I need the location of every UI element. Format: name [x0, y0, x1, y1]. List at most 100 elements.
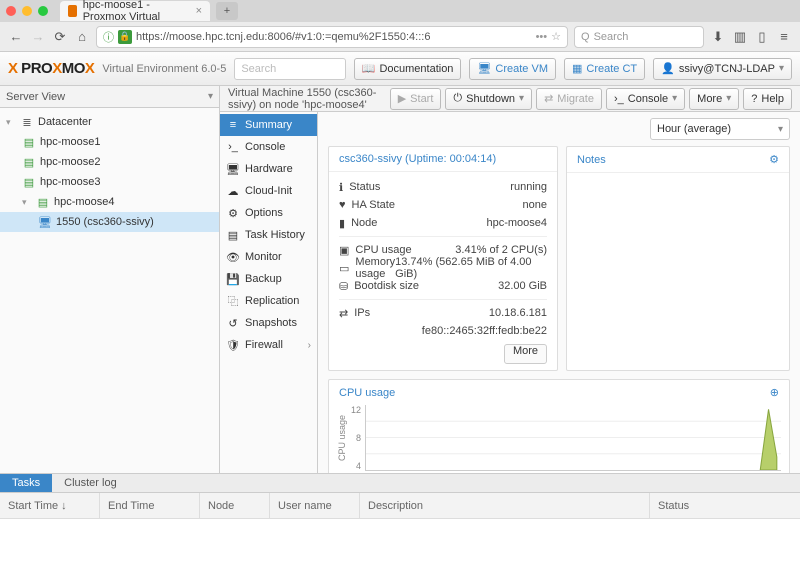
chart-header: CPU usage: [339, 387, 395, 399]
tree-node[interactable]: ▾▤hpc-moose4: [0, 192, 219, 212]
start-button: ▶Start: [390, 88, 442, 110]
tree-vm-selected[interactable]: 🖥1550 (csc360-ssivy): [0, 212, 219, 232]
btn-label: More: [513, 345, 538, 357]
tab-cluster-log[interactable]: Cluster log: [52, 474, 129, 492]
search-icon: Q: [581, 31, 590, 43]
btn-label: Shutdown: [466, 93, 515, 105]
browser-tab[interactable]: hpc-moose1 - Proxmox Virtual ×: [60, 1, 210, 21]
v-label: 32.00 GiB: [498, 280, 547, 292]
new-tab-button[interactable]: +: [216, 2, 238, 20]
col-node[interactable]: Node: [200, 493, 270, 518]
sn-label: Replication: [245, 295, 299, 307]
sidenav-replication[interactable]: ⿻ Replication: [220, 290, 317, 312]
terminal-icon: ›_: [614, 93, 624, 105]
col-desc[interactable]: Description: [360, 493, 650, 518]
gear-icon: ⚙: [226, 207, 240, 220]
more-ips-button[interactable]: More: [504, 344, 547, 364]
url-input[interactable]: ⓘ 🔒 https://moose.hpc.tcnj.edu:8006/#v1:…: [96, 26, 568, 48]
sidebar-icon[interactable]: ▯: [754, 29, 770, 45]
info-icon: ℹ: [339, 181, 343, 194]
server-view-selector[interactable]: Server View ▾: [0, 86, 219, 108]
monitor-icon: 🖥: [477, 62, 491, 75]
sidenav-taskhistory[interactable]: ▤Task History: [220, 224, 317, 246]
expand-icon[interactable]: ▾: [22, 197, 32, 208]
v-label: 10.18.6.181: [489, 307, 547, 319]
k-label: Node: [351, 217, 377, 229]
chevron-down-icon: ▾: [519, 93, 524, 104]
col-endtime[interactable]: End Time: [100, 493, 200, 518]
window-max-dot[interactable]: [38, 6, 48, 16]
ytick: 4: [356, 461, 361, 471]
help-button[interactable]: ?Help: [743, 88, 792, 110]
k-label: IPs: [354, 307, 370, 319]
col-label: Start Time ↓: [8, 500, 67, 512]
sn-label: Hardware: [245, 163, 293, 175]
zoom-icon[interactable]: ⊕: [770, 386, 779, 399]
tree-node[interactable]: ▤hpc-moose3: [0, 172, 219, 192]
col-starttime[interactable]: Start Time ↓: [0, 493, 100, 518]
col-label: Status: [658, 500, 689, 512]
timerange-label: Hour (average): [657, 123, 731, 135]
terminal-icon: ›_: [226, 141, 240, 153]
chevron-down-icon: ▾: [779, 63, 784, 74]
sidenav-cloudinit[interactable]: ☁ Cloud-Init: [220, 180, 317, 202]
back-icon[interactable]: ←: [8, 29, 24, 44]
library-icon[interactable]: ▥: [732, 29, 748, 45]
user-button[interactable]: 👤ssivy@TCNJ-LDAP▾: [653, 58, 792, 80]
expand-icon[interactable]: ▾: [6, 117, 16, 128]
gear-icon[interactable]: ⚙: [769, 153, 779, 166]
save-icon: 💾: [226, 273, 240, 286]
node-label: hpc-moose3: [40, 176, 101, 188]
tree-node[interactable]: ▤hpc-moose2: [0, 152, 219, 172]
reload-icon[interactable]: ⟳: [52, 29, 68, 45]
sidenav-hardware[interactable]: 🖥Hardware: [220, 158, 317, 180]
documentation-button[interactable]: 📖Documentation: [354, 58, 462, 80]
btn-label: Start: [410, 93, 433, 105]
cloud-icon: ☁: [226, 185, 240, 198]
copy-icon: ⿻: [226, 293, 240, 309]
app-search-input[interactable]: Search: [234, 58, 345, 80]
sidenav-firewall[interactable]: 🛡Firewall›: [220, 334, 317, 356]
browser-search-input[interactable]: Q Search: [574, 26, 704, 48]
create-ct-button[interactable]: ▦Create CT: [564, 58, 645, 80]
col-status[interactable]: Status: [650, 493, 800, 518]
tab-tasks[interactable]: Tasks: [0, 474, 52, 492]
tab-label: Cluster log: [64, 477, 117, 489]
download-icon[interactable]: ⬇: [710, 29, 726, 45]
tree-datacenter[interactable]: ▾≣Datacenter: [0, 112, 219, 132]
ytick: 8: [356, 433, 361, 443]
lock-icon: 🔒: [118, 30, 132, 44]
list-icon: ≡: [226, 119, 240, 131]
sidenav-monitor[interactable]: 👁Monitor: [220, 246, 317, 268]
menu-icon[interactable]: ≡: [776, 29, 792, 44]
col-user[interactable]: User name: [270, 493, 360, 518]
summary-header: csc360-ssivy (Uptime: 00:04:14): [339, 153, 496, 165]
btn-label: Help: [761, 93, 784, 105]
timerange-select[interactable]: Hour (average)▾: [650, 118, 790, 140]
forward-icon: →: [30, 29, 46, 44]
sidenav-snapshots[interactable]: ↺Snapshots: [220, 312, 317, 334]
col-label: Node: [208, 500, 234, 512]
shutdown-button[interactable]: ⏻Shutdown▾: [445, 88, 532, 110]
info-icon: ⓘ: [103, 29, 114, 45]
sidenav-options[interactable]: ⚙Options: [220, 202, 317, 224]
sidenav-summary[interactable]: ≡ Summary: [220, 114, 317, 136]
sidenav-console[interactable]: ›_Console: [220, 136, 317, 158]
chevron-down-icon: ▾: [208, 91, 213, 102]
ytick: 12: [351, 405, 361, 415]
sn-label: Cloud-Init: [245, 185, 292, 197]
url-dots-icon[interactable]: •••: [536, 31, 548, 43]
console-button[interactable]: ›_Console▾: [606, 88, 685, 110]
sn-label: Summary: [245, 119, 292, 131]
sidenav-backup[interactable]: 💾Backup: [220, 268, 317, 290]
k-label: Memory usage: [355, 256, 395, 280]
tree-node[interactable]: ▤hpc-moose1: [0, 132, 219, 152]
create-vm-button[interactable]: 🖥Create VM: [469, 58, 556, 80]
star-icon[interactable]: ☆: [551, 30, 561, 43]
home-icon[interactable]: ⌂: [74, 29, 90, 44]
more-button[interactable]: More▾: [689, 88, 739, 110]
window-close-dot[interactable]: [6, 6, 16, 16]
node-label: hpc-moose1: [40, 136, 101, 148]
window-min-dot[interactable]: [22, 6, 32, 16]
close-icon[interactable]: ×: [196, 5, 202, 17]
